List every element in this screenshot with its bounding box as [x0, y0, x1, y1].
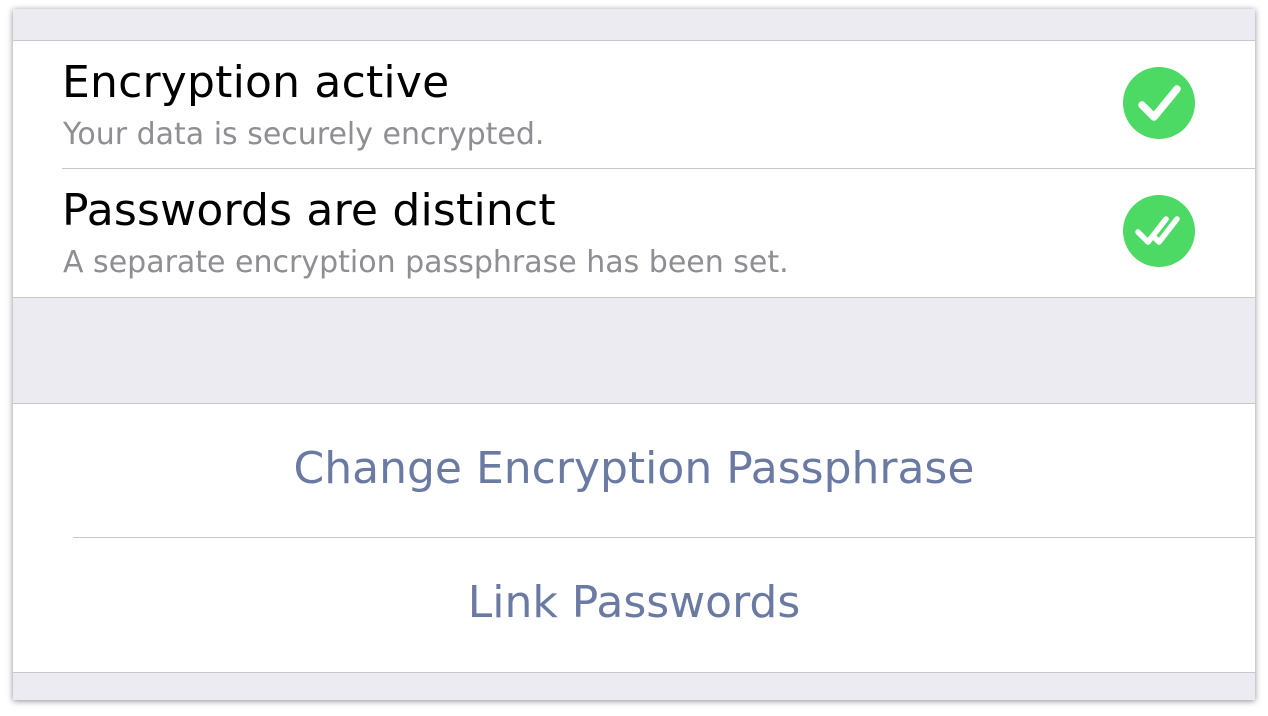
status-subtitle: Your data is securely encrypted.: [63, 117, 545, 152]
action-label: Link Passwords: [467, 577, 801, 628]
status-row-passwords-distinct: Passwords are distinct A separate encryp…: [13, 169, 1255, 297]
change-encryption-passphrase-button[interactable]: Change Encryption Passphrase: [13, 404, 1255, 538]
encryption-settings-panel: Encryption active Your data is securely …: [13, 9, 1255, 700]
check-circle-icon: [1123, 67, 1195, 139]
passphrase-actions-group: Change Encryption Passphrase Link Passwo…: [13, 403, 1255, 673]
status-title: Encryption active: [62, 57, 450, 108]
encryption-status-group: Encryption active Your data is securely …: [13, 40, 1255, 298]
status-row-encryption-active: Encryption active Your data is securely …: [13, 41, 1255, 169]
action-label: Change Encryption Passphrase: [293, 443, 975, 494]
link-passwords-button[interactable]: Link Passwords: [13, 538, 1255, 672]
status-title: Passwords are distinct: [62, 185, 556, 236]
status-subtitle: A separate encryption passphrase has bee…: [63, 245, 789, 280]
double-check-circle-icon: [1123, 195, 1195, 267]
